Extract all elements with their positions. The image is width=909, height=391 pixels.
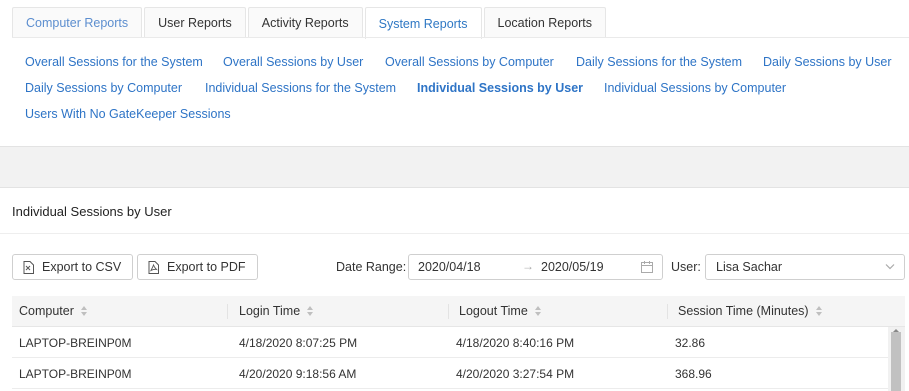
export-csv-button[interactable]: Export to CSV — [12, 254, 134, 280]
tabs-divider — [12, 37, 909, 38]
chevron-down-icon — [885, 264, 895, 270]
tab-location-reports[interactable]: Location Reports — [483, 7, 607, 38]
cell-login-time: 4/18/2020 8:07:25 PM — [239, 336, 358, 350]
cell-computer: LAPTOP-BREINP0M — [19, 336, 132, 350]
file-icon — [23, 260, 34, 274]
tab-user-reports[interactable]: User Reports — [144, 7, 246, 38]
table-row[interactable]: LAPTOP-BREINP0M 4/18/2020 8:07:25 PM 4/1… — [12, 327, 888, 358]
column-header-label: Computer — [19, 304, 74, 318]
date-range-picker[interactable]: 2020/04/18 → 2020/05/19 — [408, 254, 663, 280]
export-csv-label: Export to CSV — [42, 260, 122, 274]
link-daily-sessions-by-user[interactable]: Daily Sessions by User — [763, 55, 892, 69]
column-separator — [448, 304, 449, 319]
column-header-session-time[interactable]: Session Time (Minutes) — [678, 304, 823, 318]
link-overall-sessions-by-computer[interactable]: Overall Sessions by Computer — [385, 55, 554, 69]
column-header-computer[interactable]: Computer — [19, 304, 88, 318]
date-start-input[interactable]: 2020/04/18 — [418, 260, 481, 274]
date-end-input[interactable]: 2020/05/19 — [541, 260, 604, 274]
table-row[interactable]: LAPTOP-BREINP0M 4/20/2020 9:18:56 AM 4/2… — [12, 358, 888, 389]
cell-session-time: 368.96 — [675, 367, 712, 381]
cell-session-time: 32.86 — [675, 336, 706, 350]
user-select[interactable]: Lisa Sachar — [705, 254, 905, 280]
section-divider — [0, 233, 909, 234]
user-label: User: — [671, 260, 701, 274]
user-select-value: Lisa Sachar — [716, 260, 783, 274]
calendar-icon — [641, 261, 653, 273]
column-separator — [227, 304, 228, 319]
table-scrollbar-thumb[interactable] — [891, 332, 901, 391]
link-daily-sessions-by-computer[interactable]: Daily Sessions by Computer — [25, 81, 182, 95]
sort-icon[interactable] — [815, 306, 823, 316]
report-tabs: Computer Reports User Reports Activity R… — [12, 7, 608, 39]
link-individual-sessions-by-user[interactable]: Individual Sessions by User — [417, 81, 583, 95]
column-header-label: Login Time — [239, 304, 301, 318]
export-pdf-label: Export to PDF — [167, 260, 246, 274]
column-header-label: Session Time (Minutes) — [678, 304, 809, 318]
file-pdf-icon — [148, 260, 159, 274]
column-header-login-time[interactable]: Login Time — [239, 304, 314, 318]
export-pdf-button[interactable]: Export to PDF — [137, 254, 258, 280]
divider-band — [0, 146, 909, 188]
column-header-label: Logout Time — [459, 304, 528, 318]
tab-computer-reports[interactable]: Computer Reports — [12, 7, 143, 38]
arrow-right-icon: → — [522, 259, 534, 273]
sort-icon[interactable] — [80, 306, 88, 316]
table-header: Computer Login Time Logout Time Session … — [12, 296, 905, 327]
sort-icon[interactable] — [307, 306, 314, 316]
cell-logout-time: 4/20/2020 3:27:54 PM — [456, 367, 575, 381]
date-range-label: Date Range: — [336, 260, 407, 274]
cell-logout-time: 4/18/2020 8:40:16 PM — [456, 336, 575, 350]
link-overall-sessions-system[interactable]: Overall Sessions for the System — [25, 55, 203, 69]
section-title: Individual Sessions by User — [12, 204, 172, 219]
cell-computer: LAPTOP-BREINP0M — [19, 367, 132, 381]
sort-icon[interactable] — [534, 306, 542, 316]
tab-system-reports[interactable]: System Reports — [364, 7, 482, 39]
link-users-no-gatekeeper-sessions[interactable]: Users With No GateKeeper Sessions — [25, 107, 231, 121]
link-individual-sessions-system[interactable]: Individual Sessions for the System — [205, 81, 396, 95]
tab-activity-reports[interactable]: Activity Reports — [247, 7, 363, 38]
column-header-logout-time[interactable]: Logout Time — [459, 304, 542, 318]
column-separator — [667, 304, 668, 319]
link-overall-sessions-by-user[interactable]: Overall Sessions by User — [223, 55, 363, 69]
link-individual-sessions-by-computer[interactable]: Individual Sessions by Computer — [604, 81, 786, 95]
link-daily-sessions-system[interactable]: Daily Sessions for the System — [576, 55, 742, 69]
cell-login-time: 4/20/2020 9:18:56 AM — [239, 367, 357, 381]
